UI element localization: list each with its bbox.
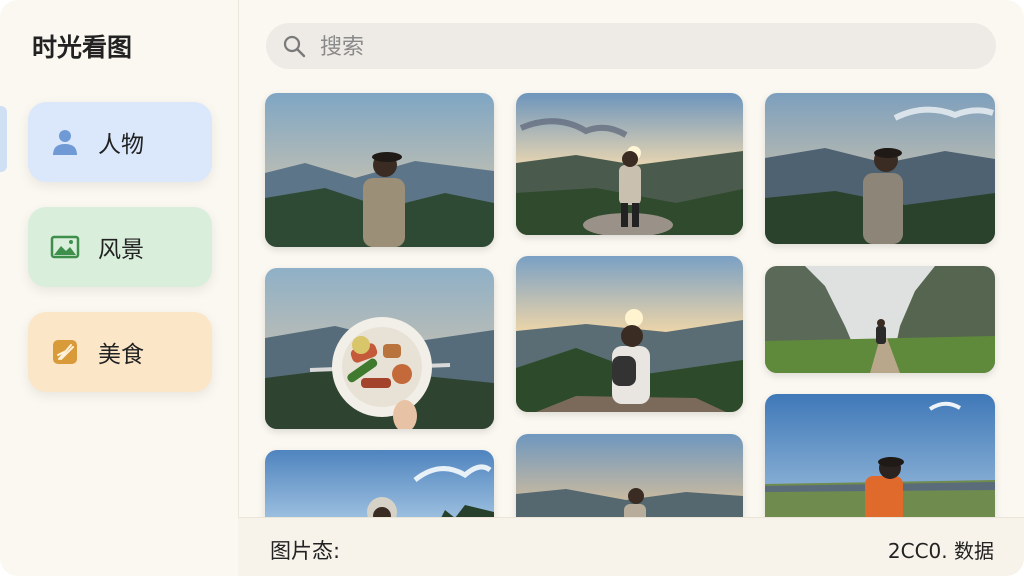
sidebar: 时光看图 人物 风景 美食 <box>0 0 239 576</box>
photo-card[interactable] <box>516 434 743 530</box>
photo-image <box>516 434 743 530</box>
search-bar[interactable] <box>266 23 996 69</box>
sidebar-item-people[interactable]: 人物 <box>28 102 212 182</box>
photo-image <box>516 93 743 235</box>
person-icon <box>53 130 77 155</box>
status-count: 2CC0. 数据 <box>887 539 994 563</box>
active-indicator <box>0 106 7 172</box>
photo-card[interactable] <box>516 256 743 412</box>
food-icon <box>53 340 77 364</box>
app-title: 时光看图 <box>32 33 133 62</box>
photo-image <box>765 394 995 530</box>
photo-image <box>265 93 494 247</box>
search-icon <box>283 35 306 58</box>
photo-card[interactable] <box>265 93 494 247</box>
status-label: 图片态: <box>270 539 341 563</box>
photo-image <box>265 268 494 429</box>
photo-card[interactable] <box>765 394 995 530</box>
photo-image <box>765 266 995 373</box>
photo-image <box>765 93 995 244</box>
landscape-icon <box>50 235 80 259</box>
search-input[interactable] <box>318 29 962 65</box>
photo-card[interactable] <box>765 93 995 244</box>
sidebar-item-label: 风景 <box>98 237 144 263</box>
sidebar-item-food[interactable]: 美食 <box>28 312 212 392</box>
photo-image <box>516 256 743 412</box>
sidebar-item-label: 人物 <box>98 132 144 158</box>
sidebar-item-scenery[interactable]: 风景 <box>28 207 212 287</box>
photo-card[interactable] <box>265 268 494 429</box>
sidebar-item-label: 美食 <box>98 342 144 368</box>
photo-card[interactable] <box>765 266 995 373</box>
app-window: 时光看图 人物 风景 美食 搜索 图片态: 2CC0. 数据 <box>0 0 1024 576</box>
status-bar: 图片态: 2CC0. 数据 <box>238 517 1024 576</box>
photo-card[interactable] <box>516 93 743 235</box>
